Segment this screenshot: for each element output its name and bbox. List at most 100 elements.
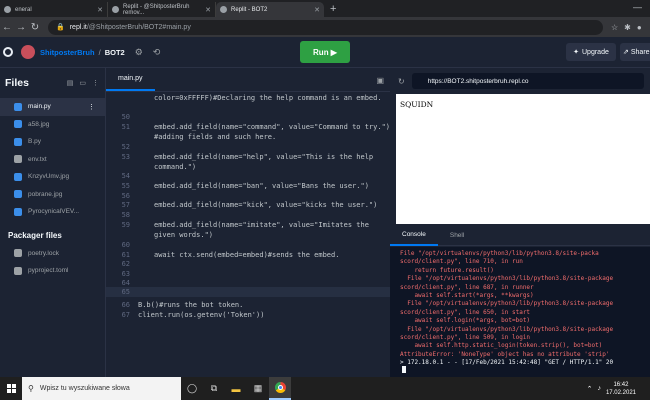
tab-shell[interactable]: Shell [438, 226, 476, 246]
code-text: embed.add_field(name="help", value="This… [154, 153, 374, 161]
clock-time: 16:42 [613, 381, 629, 388]
browser-tab-1[interactable]: eneral ✕ [0, 2, 108, 17]
file-icon [14, 120, 22, 129]
tab-label: Replit - BOT2 [231, 6, 268, 13]
file-name: pobrane.jpg [28, 190, 63, 198]
tray-chevron-icon[interactable]: ⌃ [587, 385, 593, 393]
upgrade-button[interactable]: ✦ Upgrade [566, 43, 616, 61]
line-number: 66 [121, 301, 130, 309]
line-number: 59 [121, 221, 130, 229]
file-explorer-icon[interactable]: ▬ [225, 377, 247, 400]
files-title: Files [5, 77, 29, 89]
file-item[interactable]: PyrocynicalVEV... [0, 203, 105, 221]
avatar[interactable] [21, 45, 35, 59]
code-line: 50 [106, 112, 390, 122]
line-number: 65 [121, 288, 130, 296]
console-output[interactable]: File "/opt/virtualenvs/python3/lib/pytho… [390, 247, 650, 377]
code-line: 60 [106, 240, 390, 250]
file-icon [14, 266, 22, 275]
chrome-taskbar-icon[interactable] [269, 377, 291, 400]
run-label: Run ▶ [313, 47, 337, 57]
code-line: 57 embed.add_field(name="kick", value="ki… [106, 200, 390, 210]
store-icon[interactable]: ▦ [247, 377, 269, 400]
owner-link[interactable]: ShitposterBruh [40, 48, 95, 57]
file-list: main.py ⋮ a58.jpg B.py env.txt KnzyvUmv.jpg po… [0, 98, 105, 221]
code-text: color=0xFFFFF)#Declaring the help comman… [154, 94, 382, 102]
close-tab-icon[interactable]: ✕ [205, 6, 211, 14]
file-item[interactable]: pobrane.jpg [0, 186, 105, 204]
line-number: 58 [121, 211, 130, 219]
code-editor: main.py ▣ color=0xFFFFF)#Declaring the h… [106, 68, 390, 377]
taskbar-search[interactable]: ⚲ Wpisz tu wyszukiwane słowa [22, 377, 181, 400]
file-options-icon[interactable]: ⋮ [88, 103, 95, 111]
file-item[interactable]: KnzyvUmv.jpg [0, 168, 105, 186]
browser-tab-2[interactable]: Replit - @ShitposterBruh remov... ✕ [108, 2, 216, 17]
line-number: 60 [121, 241, 130, 249]
multitask-icon[interactable]: ⧉ [203, 377, 225, 400]
settings-icon[interactable]: ⚙ [135, 47, 143, 58]
close-tab-icon[interactable]: ✕ [97, 6, 103, 14]
share-button[interactable]: ⇗ Share [620, 43, 650, 61]
share-label: Share [630, 48, 650, 56]
webview-toolbar: ↻ https://BOT2.shitposterbruh.repl.co [390, 68, 650, 94]
repl-name[interactable]: BOT2 [105, 48, 125, 57]
file-item[interactable]: main.py ⋮ [0, 98, 105, 116]
profile-icon[interactable]: ● [637, 23, 642, 32]
url-path: /@ShitposterBruh/BOT2#main.py [86, 23, 191, 31]
file-icon [14, 190, 22, 199]
webview-url[interactable]: https://BOT2.shitposterbruh.repl.co [411, 73, 644, 89]
replit-logo-icon[interactable] [3, 47, 13, 57]
address-bar[interactable]: 🔒 repl.it/@ShitposterBruh/BOT2#main.py [48, 19, 603, 35]
back-icon[interactable]: ← [0, 22, 14, 33]
tab-favicon-icon [112, 6, 119, 13]
browser-tab-3[interactable]: Replit - BOT2 ✕ [216, 2, 324, 17]
forward-icon[interactable]: → [14, 22, 28, 33]
more-icon[interactable]: ⋮ [92, 79, 99, 87]
file-item[interactable]: a58.jpg [0, 116, 105, 134]
start-button[interactable] [0, 384, 22, 393]
webview-content[interactable]: SQUIDN [396, 94, 650, 224]
tab-label: eneral [15, 6, 32, 13]
clock[interactable]: 16:42 17.02.2021 [606, 381, 636, 397]
tab-console[interactable]: Console [390, 226, 438, 246]
browser-tab-bar: eneral ✕ Replit - @ShitposterBruh remov..… [0, 0, 650, 17]
packager-file-list: poetry.lock pyproject.toml [0, 245, 105, 280]
refresh-icon[interactable]: ↻ [398, 77, 405, 86]
console-line: > 172.18.0.1 - - [17/Feb/2021 15:42:48] … [400, 359, 614, 367]
packager-file-item[interactable]: pyproject.toml [0, 262, 105, 280]
close-tab-icon[interactable]: ✕ [314, 6, 320, 14]
reload-icon[interactable]: ↻ [28, 22, 42, 33]
volume-icon[interactable]: ♪ [597, 385, 601, 392]
new-folder-icon[interactable]: ▭ [79, 79, 86, 87]
extensions-icon[interactable]: ✱ [624, 23, 631, 32]
history-icon[interactable]: ⟲ [153, 47, 161, 58]
share-icon: ⇗ [623, 49, 629, 56]
editor-options-icon[interactable]: ▣ [376, 76, 384, 85]
search-icon: ⚲ [28, 384, 34, 393]
search-placeholder: Wpisz tu wyszukiwane słowa [39, 385, 130, 392]
code-area[interactable]: color=0xFFFFF)#Declaring the help comman… [106, 92, 390, 377]
editor-tab-main-py[interactable]: main.py [106, 67, 155, 91]
star-icon[interactable]: ☆ [611, 23, 618, 32]
new-tab-icon[interactable]: + [324, 2, 342, 17]
system-tray: ⌃ ♪ 16:42 17.02.2021 [587, 381, 636, 397]
minimize-icon[interactable]: — [633, 2, 642, 12]
file-name: pyproject.toml [28, 267, 69, 275]
file-name: B.py [28, 138, 42, 146]
console-pane: Console Shell File "/opt/virtualenvs/pyt… [390, 226, 650, 377]
files-header: Files ▤ ▭ ⋮ [0, 68, 105, 98]
line-number: 62 [121, 260, 130, 268]
task-view-icon[interactable]: ◯ [181, 377, 203, 400]
lock-icon: 🔒 [56, 24, 65, 31]
tab-label: Replit - @ShitposterBruh remov... [123, 3, 190, 16]
packager-file-item[interactable]: poetry.lock [0, 245, 105, 263]
console-tabs: Console Shell [390, 226, 650, 246]
webview-pane: ↻ https://BOT2.shitposterbruh.repl.co SQ… [390, 68, 650, 226]
line-number: 53 [121, 153, 130, 161]
file-name: env.txt [28, 155, 47, 163]
new-file-icon[interactable]: ▤ [67, 79, 74, 87]
line-number: 52 [121, 143, 130, 151]
run-button[interactable]: Run ▶ [300, 41, 350, 63]
file-item[interactable]: env.txt [0, 151, 105, 169]
file-item[interactable]: B.py [0, 133, 105, 151]
